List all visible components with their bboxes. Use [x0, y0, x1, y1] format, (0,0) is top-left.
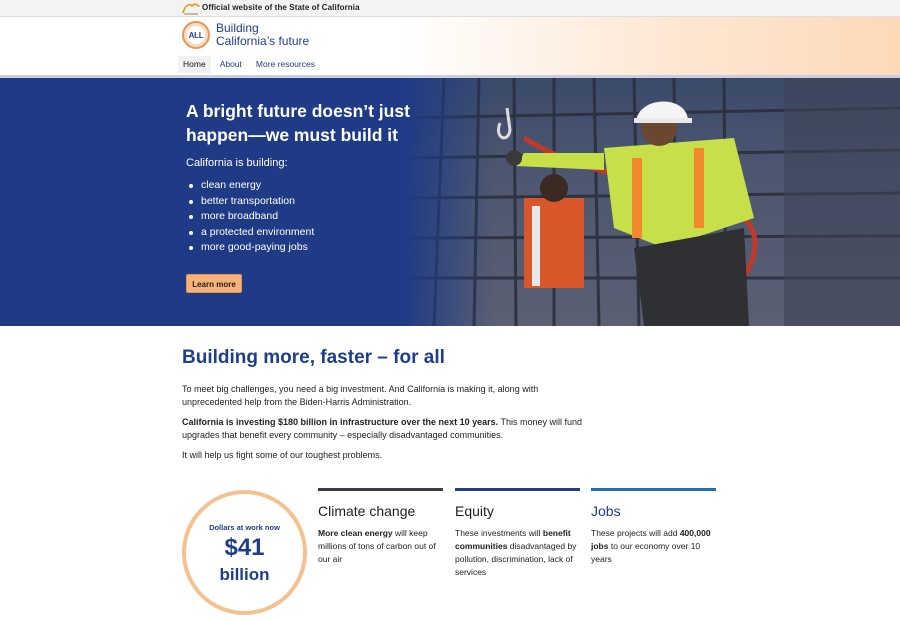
- card-text-rest: to our economy over 10 years: [591, 541, 701, 564]
- card-title: Climate change: [318, 503, 416, 519]
- hero-list: clean energy better transportation more …: [186, 178, 314, 256]
- climate-change-card: Climate change More clean energy will ke…: [318, 488, 443, 566]
- nav-item-about[interactable]: About: [215, 56, 247, 73]
- main-nav: Home About More resources: [178, 56, 324, 74]
- card-text: These projects will add 400,000 jobs to …: [591, 527, 716, 566]
- list-item: more good-paying jobs: [186, 240, 314, 256]
- hero-section: A bright future doesn’t just happen—we m…: [0, 78, 900, 326]
- jobs-card: Jobs These projects will add 400,000 job…: [591, 488, 716, 566]
- site-logo-text: ALL: [188, 31, 204, 40]
- learn-more-button[interactable]: Learn more: [186, 274, 242, 293]
- list-item: clean energy: [186, 178, 314, 194]
- investment-paragraph: California is investing $180 billion in …: [182, 416, 582, 441]
- stat-unit: billion: [219, 565, 270, 584]
- list-item: better transportation: [186, 194, 314, 210]
- investment-highlight: California is investing $180 billion in …: [182, 417, 499, 427]
- card-title: Jobs: [591, 503, 621, 519]
- hero-title: A bright future doesn’t just happen—we m…: [186, 101, 410, 145]
- site-title[interactable]: Building California’s future: [216, 22, 309, 48]
- card-text: More clean energy will keep millions of …: [318, 527, 443, 566]
- card-title: Equity: [455, 503, 494, 519]
- card-accent-bar: [318, 488, 443, 491]
- site-title-line2: California’s future: [216, 34, 310, 48]
- nav-item-home[interactable]: Home: [178, 56, 211, 73]
- stat-value: $41: [224, 534, 265, 561]
- ca-gov-logo-icon: [182, 3, 200, 15]
- section-title: Building more, faster – for all: [182, 347, 445, 368]
- card-highlight: More clean energy: [318, 528, 393, 538]
- intro-paragraph: To meet big challenges, you need a big i…: [182, 384, 539, 407]
- equity-card: Equity These investments will benefit co…: [455, 488, 580, 579]
- nav-item-more-resources[interactable]: More resources: [251, 56, 320, 73]
- card-accent-bar: [455, 488, 580, 491]
- card-text-pre: These investments will: [455, 528, 543, 538]
- site-logo[interactable]: ALL: [182, 21, 210, 49]
- list-item: more broadband: [186, 209, 314, 225]
- dollars-stat-circle: Dollars at work now $41 billion: [182, 490, 307, 615]
- official-banner: Official website of the State of Califor…: [0, 0, 900, 17]
- card-text: These investments will benefit communiti…: [455, 527, 580, 579]
- card-accent-bar: [591, 488, 716, 491]
- problems-paragraph: It will help us fight some of our toughe…: [182, 450, 383, 460]
- official-banner-text: Official website of the State of Califor…: [202, 3, 360, 12]
- list-item: a protected environment: [186, 225, 314, 241]
- site-header: ALL Building California’s future Home Ab…: [0, 17, 900, 76]
- stat-label: Dollars at work now: [209, 523, 280, 532]
- card-text-pre: These projects will add: [591, 528, 680, 538]
- hero-intro: California is building:: [186, 157, 288, 169]
